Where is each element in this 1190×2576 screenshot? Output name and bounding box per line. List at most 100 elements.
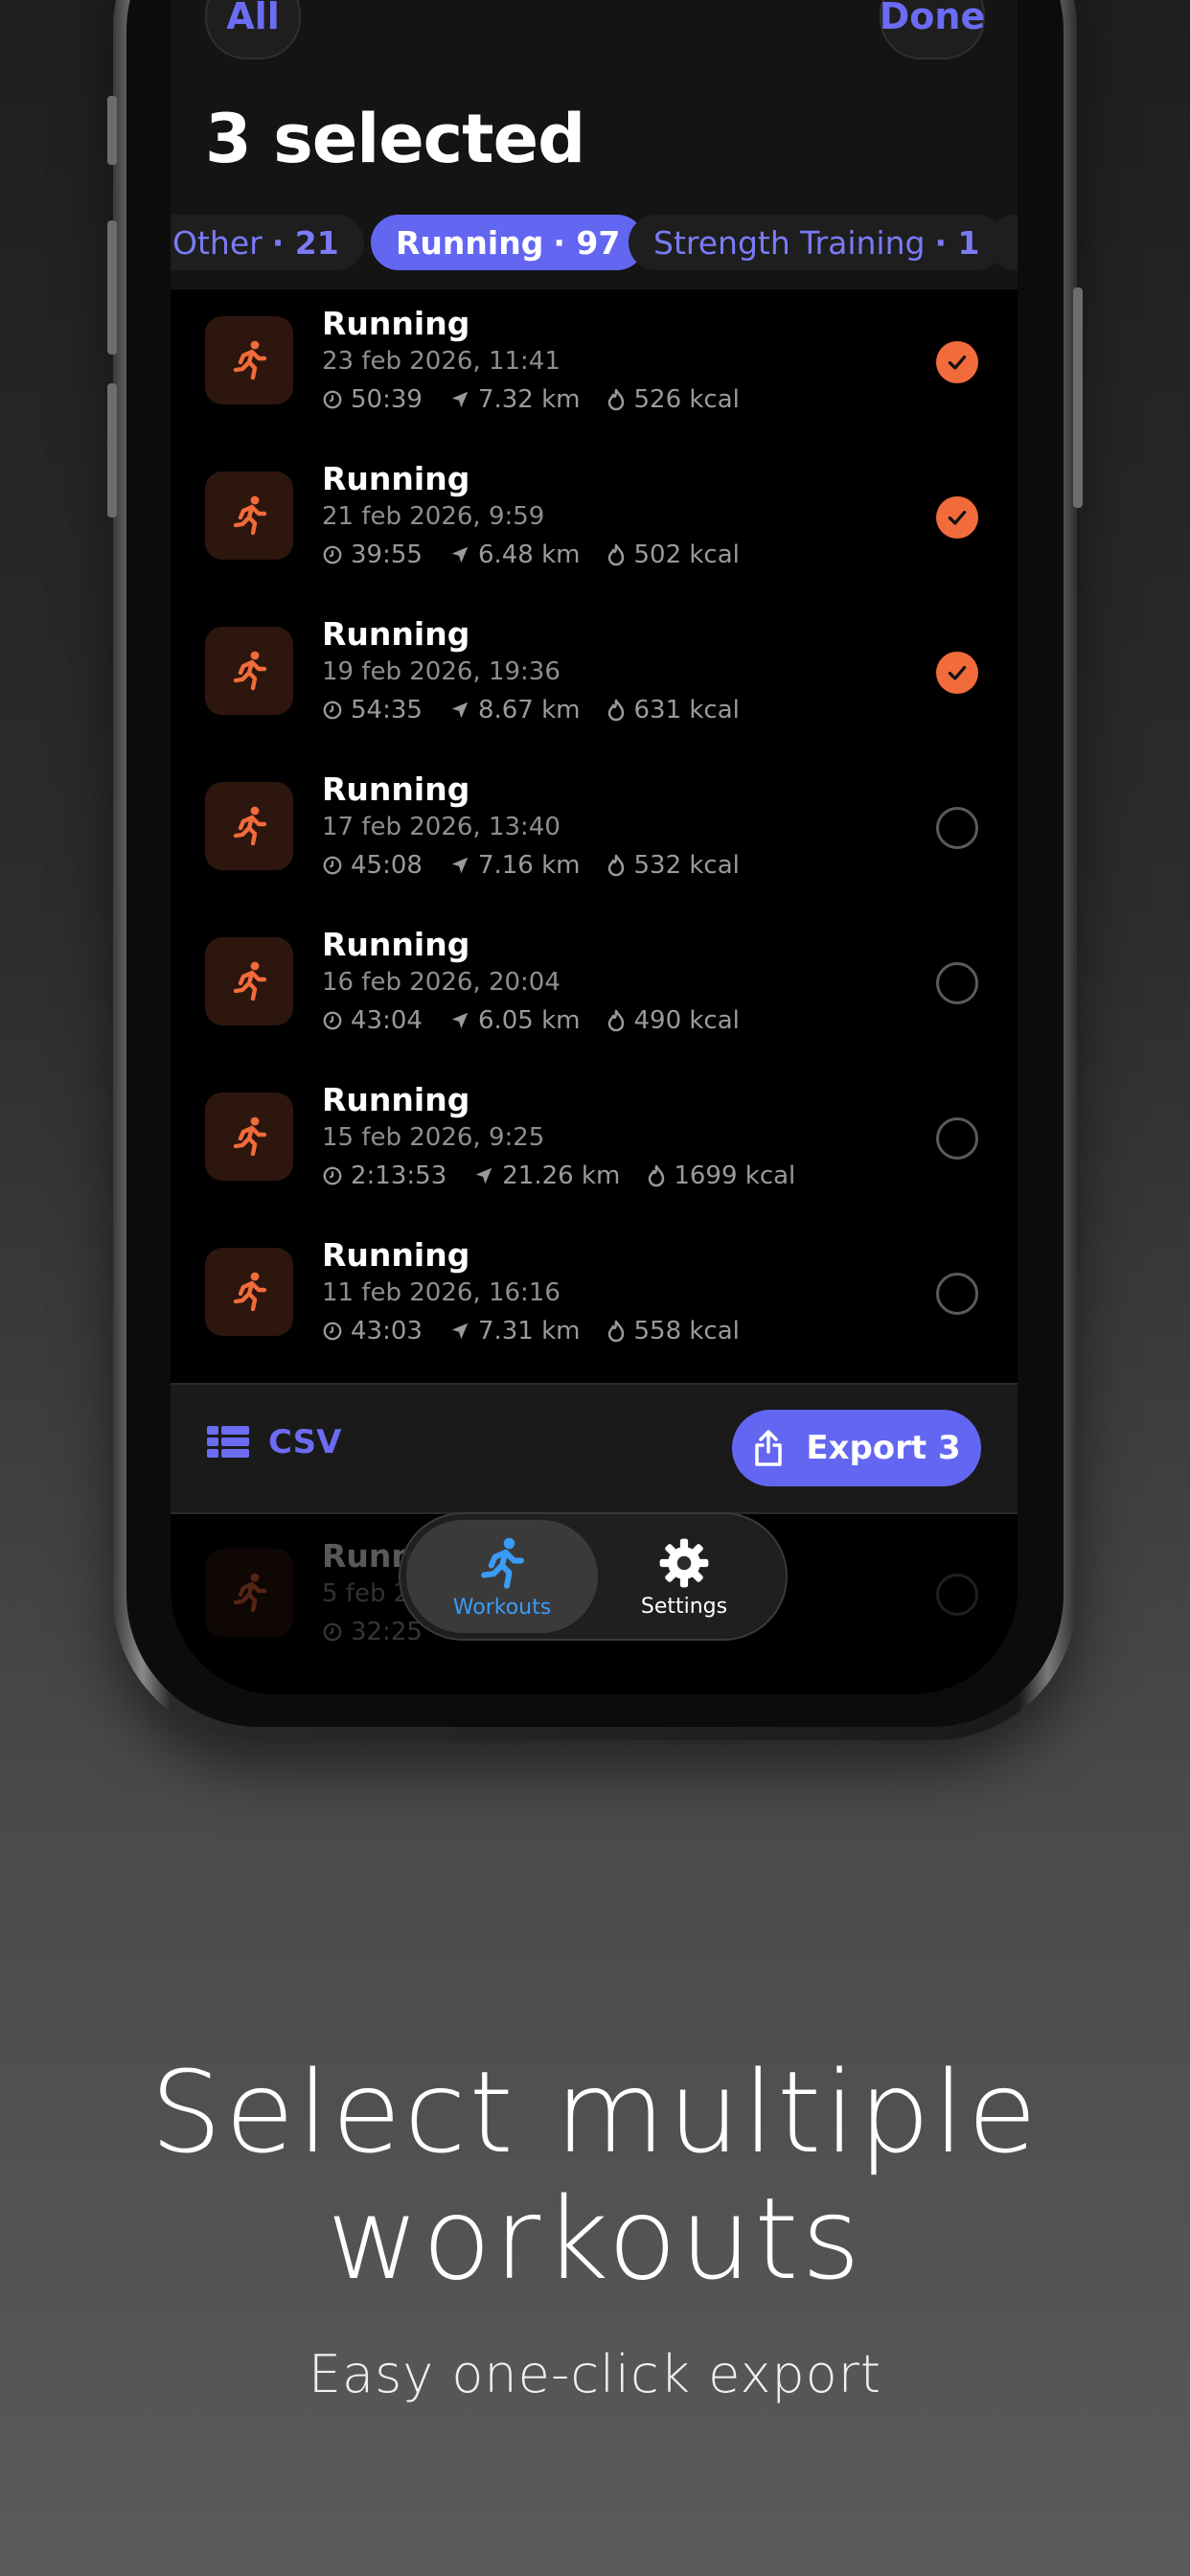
selection-checkbox[interactable] (936, 496, 978, 539)
tab-workouts[interactable]: Workouts (406, 1520, 598, 1633)
flame-icon (608, 1009, 625, 1032)
filter-chip-other[interactable]: Other · 21 (171, 215, 364, 270)
duration-stat: 39:55 (322, 540, 423, 569)
distance-value: 21.26 km (502, 1162, 621, 1190)
flame-icon (608, 854, 625, 877)
selection-checkbox[interactable] (936, 807, 978, 849)
list-item[interactable]: Running 15 feb 2026, 9:25 2:13:53 21.26 … (171, 1068, 1018, 1223)
clock-icon (323, 701, 342, 720)
duration-stat: 43:03 (322, 1317, 423, 1346)
running-figure-icon (481, 1537, 524, 1589)
page-title: 3 selected (205, 100, 585, 178)
running-icon-tile (205, 1248, 293, 1336)
location-arrow-icon (451, 857, 469, 874)
distance-stat: 8.67 km (449, 696, 581, 724)
distance-value: 7.32 km (477, 385, 581, 414)
list-item[interactable]: Running 23 feb 2026, 11:41 50:39 7.32 km… (171, 291, 1018, 447)
duration-stat: 54:35 (322, 696, 423, 724)
selection-action-bar: CSV Export 3 (171, 1383, 1018, 1514)
duration-value: 32:25 (351, 1618, 423, 1646)
workout-stats: 43:03 7.31 km 558 kcal (322, 1317, 767, 1346)
clock-icon (323, 1622, 342, 1642)
tab-bar: Workouts Settings (399, 1512, 788, 1641)
energy-value: 558 kcal (633, 1317, 740, 1346)
tab-settings[interactable]: Settings (588, 1520, 780, 1633)
header: All Done 3 selected Other · 21 Running ·… (171, 0, 1018, 289)
energy-value: 490 kcal (633, 1006, 740, 1035)
duration-value: 43:04 (351, 1006, 423, 1035)
selection-checkbox[interactable] (936, 1273, 978, 1315)
duration-stat: 2:13:53 (322, 1162, 446, 1190)
workout-title: Running (322, 1081, 470, 1118)
marketing-subline: Easy one-click export (308, 2344, 882, 2404)
filter-chip-strength-training[interactable]: Strength Training · 1 (629, 215, 1005, 270)
checkmark-icon (948, 665, 967, 680)
workout-stats: 43:04 6.05 km 490 kcal (322, 1006, 767, 1035)
select-all-button[interactable]: All (205, 0, 301, 59)
phone-volume-up (107, 220, 117, 355)
energy-stat: 490 kcal (606, 1006, 740, 1035)
export-button[interactable]: Export 3 (732, 1410, 981, 1486)
filter-chip-count: · 1 (934, 223, 980, 262)
running-icon (233, 495, 267, 536)
filter-chip-count: · 21 (271, 223, 339, 262)
energy-value: 631 kcal (633, 696, 740, 724)
format-label: CSV (268, 1423, 342, 1461)
running-icon-tile (205, 1092, 293, 1181)
filter-chip-running[interactable]: Running · 97 (371, 215, 646, 270)
duration-value: 43:03 (351, 1317, 423, 1346)
list-item[interactable]: Running 17 feb 2026, 13:40 45:08 7.16 km… (171, 757, 1018, 912)
duration-stat: 32:25 (322, 1618, 423, 1646)
list-item[interactable]: Running 21 feb 2026, 9:59 39:55 6.48 km … (171, 447, 1018, 602)
list-item[interactable]: Running 19 feb 2026, 19:36 54:35 8.67 km… (171, 602, 1018, 757)
list-item[interactable]: Running 16 feb 2026, 20:04 43:04 6.05 km… (171, 912, 1018, 1068)
phone-volume-down (107, 383, 117, 518)
clock-icon (323, 390, 342, 409)
tab-label: Workouts (452, 1595, 552, 1620)
duration-stat: 43:04 (322, 1006, 423, 1035)
selection-checkbox[interactable] (936, 1574, 978, 1616)
distance-stat: 21.26 km (473, 1162, 620, 1190)
tab-label: Settings (640, 1594, 728, 1619)
list-item[interactable]: Running 11 feb 2026, 16:16 43:03 7.31 km… (171, 1223, 1018, 1378)
selection-checkbox[interactable] (936, 962, 978, 1004)
format-selector[interactable]: CSV (207, 1423, 341, 1461)
flame-icon (608, 699, 625, 722)
running-icon-tile (205, 627, 293, 715)
workout-title: Running (322, 1236, 470, 1274)
workout-date: 23 feb 2026, 11:41 (322, 347, 561, 376)
workout-stats: 45:08 7.16 km 532 kcal (322, 851, 767, 880)
running-icon (233, 651, 267, 691)
energy-value: 532 kcal (633, 851, 740, 880)
done-button[interactable]: Done (880, 0, 985, 59)
clock-icon (323, 856, 342, 875)
workout-date: 11 feb 2026, 16:16 (322, 1278, 561, 1307)
distance-value: 8.67 km (477, 696, 581, 724)
running-icon-tile (205, 1549, 293, 1637)
running-icon-tile (205, 472, 293, 560)
marketing-headline: Select multiple workouts (0, 2049, 1190, 2302)
flame-icon (608, 1320, 625, 1343)
selection-checkbox[interactable] (936, 1117, 978, 1160)
selection-checkbox[interactable] (936, 341, 978, 383)
duration-value: 45:08 (351, 851, 423, 880)
distance-stat: 7.16 km (449, 851, 580, 880)
running-icon (233, 1573, 267, 1613)
category-filter-bar: Other · 21 Running · 97 Strength Trainin… (171, 215, 1018, 274)
checkmark-icon (948, 510, 967, 525)
distance-stat: 6.05 km (449, 1006, 580, 1035)
location-arrow-icon (451, 702, 469, 719)
workout-stats: 54:35 8.67 km 631 kcal (322, 696, 767, 724)
selection-checkbox[interactable] (936, 652, 978, 694)
filter-chip-label: Strength Training (653, 223, 926, 262)
table-icon (207, 1426, 249, 1458)
duration-value: 54:35 (351, 696, 423, 724)
distance-value: 7.31 km (477, 1317, 581, 1346)
gear-icon (659, 1538, 709, 1587)
workout-date: 21 feb 2026, 9:59 (322, 502, 545, 531)
app-screen: All Done 3 selected Other · 21 Running ·… (171, 0, 1018, 1694)
workout-title: Running (322, 770, 470, 808)
running-icon-tile (205, 782, 293, 870)
workout-title: Running (322, 460, 470, 497)
energy-stat: 631 kcal (606, 696, 740, 724)
